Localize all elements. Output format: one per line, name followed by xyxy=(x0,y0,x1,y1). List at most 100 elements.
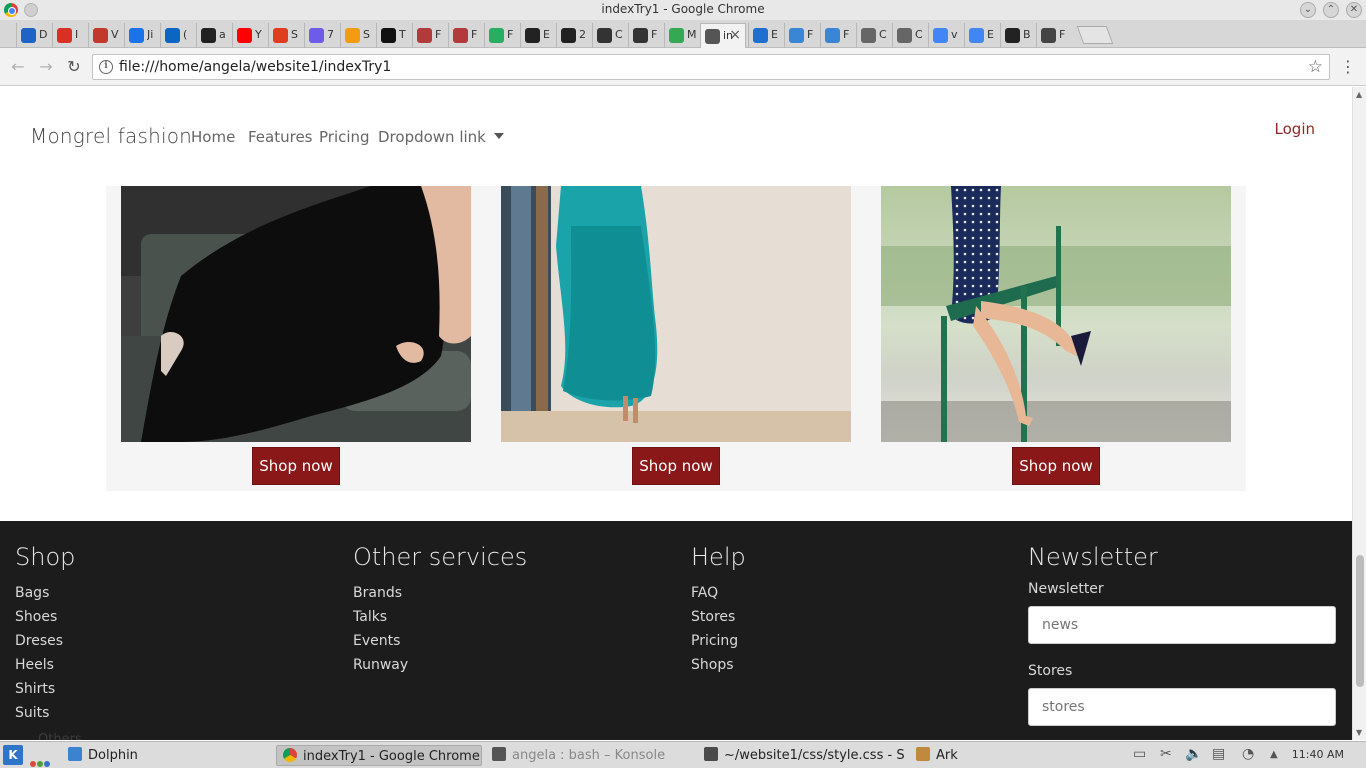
newsletter-label: Newsletter xyxy=(1028,581,1104,597)
page-viewport: Mongrel fashion Home Features Pricing Dr… xyxy=(0,87,1352,740)
browser-tab[interactable]: 7 xyxy=(304,23,338,48)
scissors-icon[interactable]: ✂ xyxy=(1160,746,1172,762)
pin-icon xyxy=(453,28,468,43)
task-chrome[interactable]: indexTry1 - Google Chrome xyxy=(276,745,482,766)
nav-dropdown[interactable]: Dropdown link xyxy=(378,128,504,146)
browser-tab[interactable]: I xyxy=(52,23,86,48)
forward-button[interactable]: → xyxy=(36,57,56,77)
browser-tab[interactable]: S xyxy=(268,23,302,48)
nav-home[interactable]: Home xyxy=(191,128,235,146)
volume-icon[interactable]: 🔈 xyxy=(1185,746,1202,762)
browser-tab[interactable]: V xyxy=(88,23,122,48)
info-icon[interactable]: i xyxy=(99,60,113,74)
browser-tab[interactable]: 2 xyxy=(556,23,590,48)
browser-tab[interactable]: in × xyxy=(700,23,746,48)
footer-link[interactable]: Stores xyxy=(691,605,1011,629)
site-footer: Shop Bags Shoes Dreses Heels Shirts Suit… xyxy=(0,521,1352,740)
footer-link[interactable]: Talks xyxy=(353,605,673,629)
browser-tab[interactable]: C xyxy=(856,23,890,48)
scroll-up-icon[interactable]: ▲ xyxy=(1356,90,1362,99)
browser-tab[interactable]: F xyxy=(628,23,662,48)
close-tab-icon[interactable]: × xyxy=(729,27,741,43)
tab-label: F xyxy=(435,28,442,41)
browser-tab[interactable]: ( xyxy=(160,23,194,48)
browser-tab[interactable]: S xyxy=(340,23,374,48)
browser-tab[interactable]: E xyxy=(748,23,782,48)
browser-tab[interactable]: Y xyxy=(232,23,266,48)
minimize-button[interactable]: ⌄ xyxy=(1300,2,1316,18)
browser-tab[interactable]: D xyxy=(16,23,50,48)
login-link[interactable]: Login xyxy=(1275,120,1315,138)
footer-link[interactable]: Shoes xyxy=(15,605,335,629)
tab-label: E xyxy=(987,28,994,41)
browser-tab[interactable]: F xyxy=(1036,23,1070,48)
footer-link[interactable]: Suits xyxy=(15,701,335,725)
url-text[interactable]: file:///home/angela/website1/indexTry1 xyxy=(119,59,391,75)
tab-label: F xyxy=(471,28,478,41)
bookmark-star-icon[interactable]: ☆ xyxy=(1308,57,1323,77)
m-icon xyxy=(273,28,288,43)
browser-tab[interactable]: E xyxy=(520,23,554,48)
reload-button[interactable]: ↻ xyxy=(64,57,84,77)
browser-tab[interactable]: F xyxy=(412,23,446,48)
activity-switcher-icon[interactable] xyxy=(30,752,54,767)
footer-link[interactable]: Shops xyxy=(691,653,1011,677)
footer-link[interactable]: Brands xyxy=(353,581,673,605)
footer-link[interactable]: Shirts xyxy=(15,677,335,701)
shop-now-button[interactable]: Shop now xyxy=(252,447,340,485)
footer-link[interactable]: Pricing xyxy=(691,629,1011,653)
browser-tab[interactable]: Ji xyxy=(124,23,158,48)
browser-tab[interactable]: T xyxy=(376,23,410,48)
task-label: Dolphin xyxy=(88,748,138,763)
newsletter-input[interactable] xyxy=(1028,606,1336,644)
tab-label: C xyxy=(915,28,923,41)
stores-input[interactable] xyxy=(1028,688,1336,726)
browser-tab[interactable]: M xyxy=(664,23,698,48)
new-tab-button[interactable] xyxy=(1076,26,1114,44)
browser-tab[interactable]: F xyxy=(448,23,482,48)
footer-link[interactable]: Dreses xyxy=(15,629,335,653)
system-clock[interactable]: 11:40 AM xyxy=(1292,748,1344,761)
shop-now-button[interactable]: Shop now xyxy=(1012,447,1100,485)
maps-icon xyxy=(669,28,684,43)
task-konsole[interactable]: angela : bash – Konsole xyxy=(492,745,696,766)
close-window-button[interactable]: ✕ xyxy=(1346,2,1362,18)
footer-link[interactable]: FAQ xyxy=(691,581,1011,605)
footer-link[interactable]: Runway xyxy=(353,653,673,677)
browser-tab[interactable]: C xyxy=(592,23,626,48)
tray-expand-icon[interactable]: ▲ xyxy=(1270,749,1278,760)
footer-overflow-link[interactable]: Others xyxy=(38,732,82,740)
tab-label: D xyxy=(39,28,48,41)
browser-tab[interactable]: C xyxy=(892,23,926,48)
nav-features[interactable]: Features xyxy=(248,128,313,146)
nav-pricing[interactable]: Pricing xyxy=(319,128,370,146)
browser-tab[interactable]: F xyxy=(484,23,518,48)
task-sublime[interactable]: ~/website1/css/style.css - S xyxy=(704,745,904,766)
browser-tab[interactable]: B xyxy=(1000,23,1034,48)
browser-tab[interactable]: E xyxy=(964,23,998,48)
wifi-icon[interactable]: ◔ xyxy=(1242,746,1254,762)
footer-link[interactable]: Events xyxy=(353,629,673,653)
chrome-menu-icon[interactable]: ⋮ xyxy=(1340,57,1356,77)
task-ark[interactable]: Ark xyxy=(916,745,1036,766)
browser-tab[interactable]: F xyxy=(784,23,818,48)
vertical-scrollbar[interactable]: ▲ ▼ xyxy=(1352,87,1366,740)
footer-newsletter-column: Newsletter Newsletter Stores xyxy=(1028,543,1348,740)
scroll-down-icon[interactable]: ▼ xyxy=(1356,728,1362,737)
browser-tab[interactable]: a xyxy=(196,23,230,48)
task-dolphin[interactable]: Dolphin xyxy=(68,745,268,766)
maximize-button[interactable]: ⌃ xyxy=(1323,2,1339,18)
tab-label: T xyxy=(399,28,406,41)
brand-logo[interactable]: Mongrel fashion xyxy=(30,124,192,148)
browser-tab[interactable]: v xyxy=(928,23,962,48)
address-bar[interactable]: i file:///home/angela/website1/indexTry1… xyxy=(92,54,1330,80)
notes-icon[interactable]: ▭ xyxy=(1133,746,1146,762)
footer-link[interactable]: Heels xyxy=(15,653,335,677)
clipboard-icon[interactable]: ▤ xyxy=(1212,746,1225,762)
back-button[interactable]: ← xyxy=(8,57,28,77)
footer-link[interactable]: Bags xyxy=(15,581,335,605)
scrollbar-thumb[interactable] xyxy=(1356,555,1364,687)
application-launcher-icon[interactable]: K xyxy=(3,745,23,765)
shop-now-button[interactable]: Shop now xyxy=(632,447,720,485)
browser-tab[interactable]: F xyxy=(820,23,854,48)
